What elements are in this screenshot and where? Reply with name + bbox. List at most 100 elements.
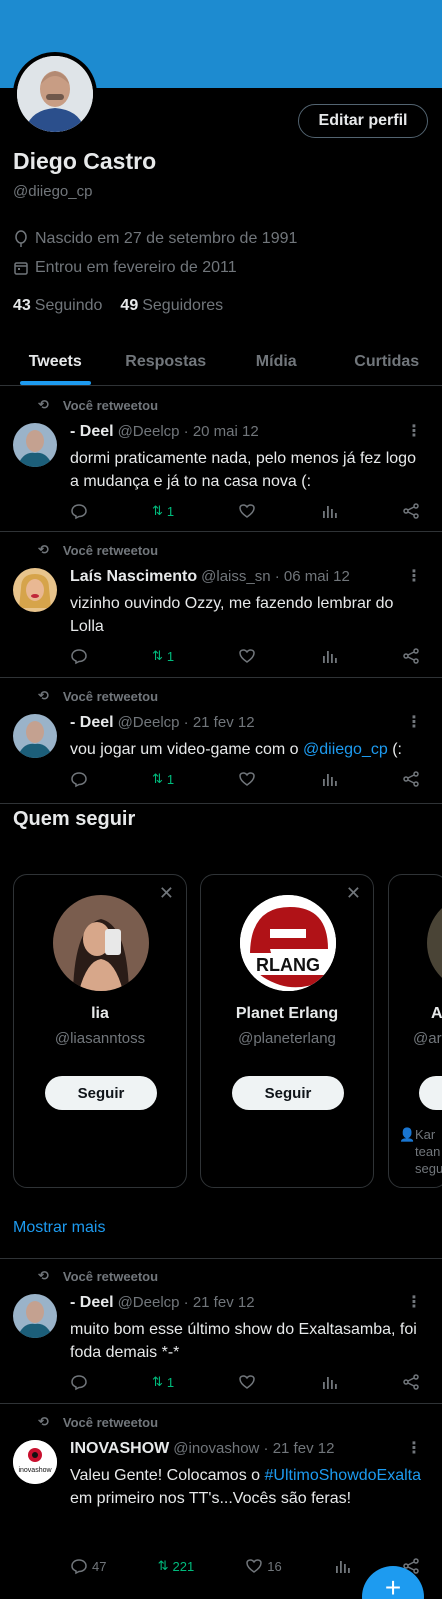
retweet-icon: ⇅ [157,1558,169,1573]
analytics-icon[interactable] [320,502,338,520]
suggestion-note: 👤 Kar tean segu [399,1127,442,1176]
retweet-indicator: ⟲ Você retweetou [38,542,159,558]
tweet-avatar[interactable] [13,714,57,758]
tab-tweets[interactable]: Tweets [0,338,111,385]
like-icon[interactable] [238,502,256,520]
tweet-avatar[interactable] [13,568,57,612]
joined-row: Entrou em fevereiro de 2011 [13,259,237,277]
tweet-header: - Deel @Deelcp · 21 fev 12 [70,1294,255,1311]
tab-media[interactable]: Mídia [221,338,332,385]
reply-icon[interactable] [70,647,88,665]
retweet-icon: ⇅ [151,1374,163,1389]
follow-button[interactable]: Seguir [232,1076,344,1110]
retweet-indicator: ⟲ Você retweetou [38,688,159,704]
like-icon[interactable] [238,770,256,788]
analytics-icon[interactable] [320,1373,338,1391]
suggestion-name[interactable]: A [431,1005,442,1023]
retweet-button[interactable]: ⇅ 1 [152,1374,174,1390]
who-to-follow-title: Quem seguir [13,808,136,830]
close-icon[interactable]: ✕ [159,883,174,904]
follow-button[interactable]: Seguir [45,1076,157,1110]
reply-icon[interactable] [70,770,88,788]
tweet-text: muito bom esse último show do Exaltasamb… [70,1321,417,1361]
tweet-text: dormi praticamente nada, pelo menos já f… [70,450,416,490]
tweet-header: INOVASHOW @inovashow · 21 fev 12 [70,1440,335,1457]
suggestion-avatar[interactable] [427,895,442,991]
profile-tabs: Tweets Respostas Mídia Curtidas [0,338,442,386]
mention-link[interactable]: @diiego_cp [303,741,388,758]
retweet-button[interactable]: ⇅ 1 [152,648,174,664]
following-link[interactable]: 43 Seguindo [13,297,102,315]
suggestion-handle: @liasanntoss [54,1030,146,1047]
suggestion-avatar[interactable]: RLANG [240,895,336,991]
like-icon [246,1559,263,1573]
close-icon[interactable]: ✕ [346,883,361,904]
share-icon[interactable] [402,502,420,520]
person-icon: 👤 [399,1127,416,1142]
suggestion-name[interactable]: lia [14,1005,186,1023]
birthdate-row: Nascido em 27 de setembro de 1991 [13,230,297,248]
suggestion-handle: @ar [413,1030,442,1047]
tweet-text: vizinho ouvindo Ozzy, me fazendo lembrar… [70,595,394,635]
tweet-actions: ⇅ 1 [70,644,420,668]
share-icon[interactable] [402,647,420,665]
erlang-logo-text: RLANG [256,955,320,975]
follow-stats: 43 Seguindo 49 Seguidores [13,297,223,315]
tab-replies[interactable]: Respostas [111,338,222,385]
tweet-avatar[interactable] [13,423,57,467]
more-icon[interactable]: ⋮ [406,566,422,586]
tweet-item[interactable]: ⟲ Você retweetou Laís Nascimento @laiss_sn… [0,532,442,678]
retweet-button[interactable]: ⇅ 1 [152,771,174,787]
retweet-icon: ⟲ [38,1414,49,1429]
more-icon[interactable]: ⋮ [406,712,422,732]
profile-avatar[interactable] [13,52,97,136]
retweet-icon: ⇅ [151,503,163,518]
tweet-actions: ⇅ 1 [70,499,420,523]
follow-card[interactable]: ✕ lia @liasanntoss Seguir [13,874,187,1188]
like-icon[interactable] [238,1373,256,1391]
tweet-actions: ⇅ 1 [70,767,420,791]
analytics-icon[interactable] [320,647,338,665]
retweet-indicator: ⟲ Você retweetou [38,1268,159,1284]
share-icon[interactable] [402,770,420,788]
more-icon[interactable]: ⋮ [406,421,422,441]
retweet-indicator: ⟲ Você retweetou [38,1414,159,1430]
balloon-icon [15,230,27,247]
retweet-icon: ⟲ [38,1268,49,1283]
follow-card[interactable]: ✕ RLANG Planet Erlang @planeterlang Segu… [200,874,374,1188]
followers-link[interactable]: 49 Seguidores [120,297,223,315]
reply-icon[interactable] [70,1373,88,1391]
more-icon[interactable]: ⋮ [406,1292,422,1312]
tweet-item[interactable]: ⟲ Você retweetou - Deel @Deelcp · 21 fev 1… [0,678,442,804]
share-icon[interactable] [402,1373,420,1391]
plus-icon: + [384,1572,402,1599]
show-more-link[interactable]: Mostrar mais [13,1219,105,1237]
analytics-icon[interactable] [320,770,338,788]
birthdate-text: Nascido em 27 de setembro de 1991 [35,230,298,247]
tweet-item[interactable]: ⟲ Você retweetou - Deel @Deelcp · 20 mai 1… [0,387,442,532]
suggestion-avatar[interactable] [53,895,149,991]
tweet-avatar[interactable] [13,1294,57,1338]
reply-button[interactable]: 47 [70,1557,106,1575]
retweet-button[interactable]: ⇅ 221 [158,1558,195,1574]
suggestion-name[interactable]: Planet Erlang [201,1005,373,1023]
follow-button[interactable] [419,1076,442,1110]
calendar-icon [14,262,28,275]
inovashow-logo-text: inovashow [18,1467,52,1474]
reply-icon[interactable] [70,502,88,520]
suggestion-handle: @planeterlang [238,1030,336,1047]
tab-likes[interactable]: Curtidas [332,338,442,385]
analytics-icon[interactable] [333,1557,351,1575]
tweet-item[interactable]: ⟲ Você retweetou - Deel @Deelcp · 21 fev 1… [0,1258,442,1404]
retweet-button[interactable]: ⇅ 1 [152,503,174,519]
tweet-header: - Deel @Deelcp · 21 fev 12 [70,714,255,731]
profile-name: Diego Castro [13,148,157,174]
tweet-header: Laís Nascimento @laiss_sn · 06 mai 12 [70,568,350,585]
edit-profile-button[interactable]: Editar perfil [298,104,428,138]
tweet-avatar[interactable]: inovashow [13,1440,57,1484]
more-icon[interactable]: ⋮ [406,1438,422,1458]
follow-card-partial[interactable]: A @ar 👤 Kar tean segu [388,874,442,1188]
hashtag-link[interactable]: #UltimoShowdoExalta [264,1467,421,1484]
like-icon[interactable] [238,647,256,665]
like-button[interactable]: 16 [245,1557,282,1575]
